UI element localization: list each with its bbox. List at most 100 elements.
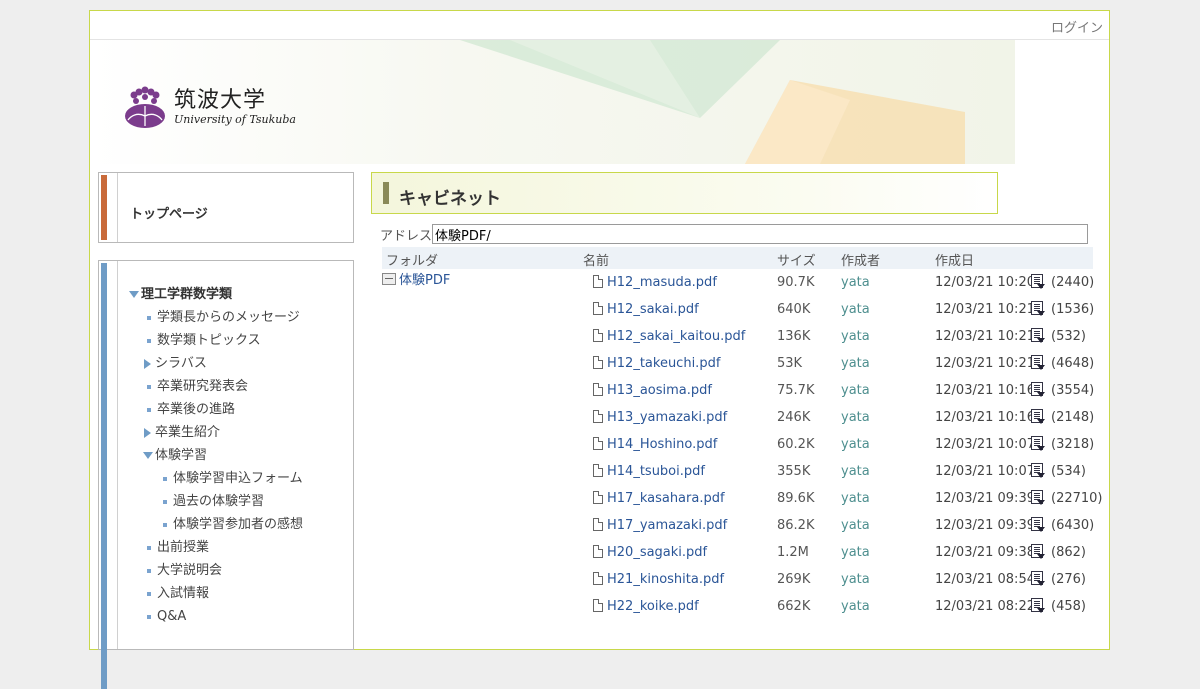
university-logo[interactable]: 筑波大学 University of Tsukuba [122,86,296,130]
download-icon[interactable] [1031,436,1045,451]
top-bar: ログイン [90,11,1109,40]
file-author: yata [841,302,870,317]
file-row: H17_kasahara.pdf 89.6K yata 12/03/21 09:39 (… [90,485,1111,512]
download-icon[interactable] [1031,490,1045,505]
file-size: 60.2K [777,437,815,452]
file-size: 355K [777,464,811,479]
download-count: (2440) [1051,275,1095,290]
col-author[interactable]: 作成者 [841,250,880,269]
file-row: H14_tsuboi.pdf 355K yata 12/03/21 10:07 (534… [90,458,1111,485]
file-name-link[interactable]: H22_koike.pdf [607,599,699,614]
download-icon[interactable] [1031,409,1045,424]
download-count: (534) [1051,464,1086,479]
file-icon [593,572,603,585]
file-size: 75.7K [777,383,815,398]
file-name-link[interactable]: H13_yamazaki.pdf [607,410,727,425]
download-icon[interactable] [1031,355,1045,370]
file-date: 12/03/21 10:21 [935,329,1035,344]
file-row: H13_aosima.pdf 75.7K yata 12/03/21 10:16 (35… [90,377,1111,404]
title-bar-accent [383,182,389,204]
download-icon[interactable] [1031,544,1045,559]
file-name-link[interactable]: H12_sakai.pdf [607,302,699,317]
download-count: (1536) [1051,302,1095,317]
address-input[interactable] [432,224,1089,244]
file-author: yata [841,491,870,506]
file-size: 90.7K [777,275,815,290]
file-row: H12_sakai_kaitou.pdf 136K yata 12/03/21 10:… [90,323,1111,350]
file-name-link[interactable]: H14_Hoshino.pdf [607,437,717,452]
file-author: yata [841,464,870,479]
file-icon [593,356,603,369]
file-date: 12/03/21 10:07 [935,464,1035,479]
file-date: 12/03/21 10:21 [935,356,1035,371]
file-name-link[interactable]: H21_kinoshita.pdf [607,572,724,587]
col-name[interactable]: 名前 [583,250,609,269]
file-name-link[interactable]: H12_sakai_kaitou.pdf [607,329,745,344]
login-link[interactable]: ログイン [1051,17,1103,36]
file-author: yata [841,329,870,344]
download-count: (3554) [1051,383,1095,398]
file-icon [593,437,603,450]
file-row: H12_takeuchi.pdf 53K yata 12/03/21 10:21 (46… [90,350,1111,377]
file-date: 12/03/21 09:39 [935,491,1035,506]
university-name-en: University of Tsukuba [174,113,296,126]
download-count: (22710) [1051,491,1103,506]
file-name-link[interactable]: H20_sagaki.pdf [607,545,707,560]
download-icon[interactable] [1031,598,1045,613]
file-icon [593,383,603,396]
file-author: yata [841,437,870,452]
download-count: (458) [1051,599,1086,614]
file-date: 12/03/21 09:39 [935,518,1035,533]
top-page-link[interactable]: トップページ [130,203,208,222]
file-name-link[interactable]: H12_takeuchi.pdf [607,356,720,371]
file-icon [593,491,603,504]
file-date: 12/03/21 10:07 [935,437,1035,452]
file-author: yata [841,410,870,425]
file-author: yata [841,599,870,614]
file-icon [593,410,603,423]
download-icon[interactable] [1031,328,1045,343]
file-date: 12/03/21 10:20 [935,275,1035,290]
paulownia-crest-icon [125,86,165,128]
file-size: 662K [777,599,811,614]
file-name-link[interactable]: H17_yamazaki.pdf [607,518,727,533]
file-name-link[interactable]: H13_aosima.pdf [607,383,712,398]
file-name-link[interactable]: H12_masuda.pdf [607,275,717,290]
address-label: アドレス [380,228,433,244]
file-author: yata [841,356,870,371]
file-name-link[interactable]: H17_kasahara.pdf [607,491,725,506]
download-icon[interactable] [1031,274,1045,289]
university-name-jp: 筑波大学 [174,88,267,113]
file-size: 269K [777,572,811,587]
col-date[interactable]: 作成日 [935,250,974,269]
file-name-link[interactable]: H14_tsuboi.pdf [607,464,705,479]
download-count: (862) [1051,545,1086,560]
file-author: yata [841,383,870,398]
file-icon [593,518,603,531]
file-icon [593,599,603,612]
download-icon[interactable] [1031,571,1045,586]
download-icon[interactable] [1031,463,1045,478]
download-count: (4648) [1051,356,1095,371]
download-count: (2148) [1051,410,1095,425]
file-icon [593,329,603,342]
file-icon [593,302,603,315]
download-icon[interactable] [1031,517,1045,532]
col-size[interactable]: サイズ [777,250,816,269]
file-date: 12/03/21 09:38 [935,545,1035,560]
file-date: 12/03/21 08:22 [935,599,1035,614]
file-row: H13_yamazaki.pdf 246K yata 12/03/21 10:16 (2… [90,404,1111,431]
file-row: H12_sakai.pdf 640K yata 12/03/21 10:21 (1536… [90,296,1111,323]
file-date: 12/03/21 10:16 [935,383,1035,398]
file-date: 12/03/21 10:16 [935,410,1035,425]
file-author: yata [841,572,870,587]
file-size: 136K [777,329,811,344]
top-page-box: トップページ [98,172,354,243]
file-icon [593,464,603,477]
accent-strip [101,175,107,240]
page-title: キャビネット [399,189,501,209]
download-icon[interactable] [1031,301,1045,316]
file-size: 89.6K [777,491,815,506]
download-icon[interactable] [1031,382,1045,397]
address-bar: アドレス [380,224,1089,244]
